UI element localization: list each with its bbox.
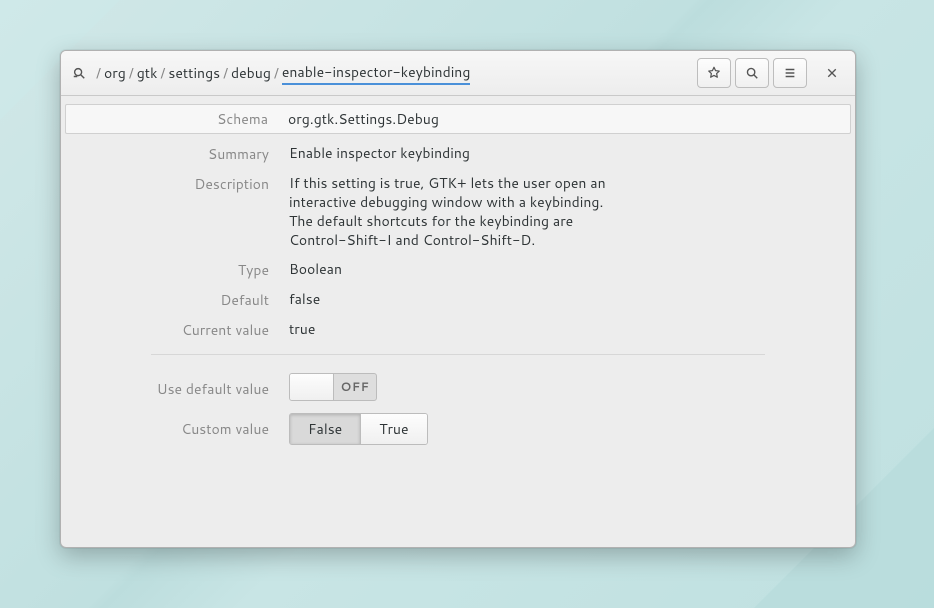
breadcrumb-segment[interactable]: settings — [168, 63, 220, 83]
use-default-row: Use default value OFF — [61, 365, 855, 405]
breadcrumb-segment[interactable]: debug — [231, 63, 271, 83]
custom-value-true-button[interactable]: True — [360, 414, 426, 444]
custom-value-toggle: False True — [289, 413, 428, 445]
description-value: If this setting is true, GTK+ lets the u… — [281, 174, 621, 250]
path-root-icon[interactable] — [72, 66, 86, 80]
type-value: Boolean — [281, 260, 342, 279]
schema-value: org.gtk.Settings.Debug — [280, 109, 439, 129]
use-default-label: Use default value — [67, 379, 281, 399]
breadcrumb-sep: / — [96, 63, 101, 83]
current-value-label: Current value — [67, 320, 281, 340]
schema-row: Schema org.gtk.Settings.Debug — [65, 104, 851, 134]
bookmark-button[interactable] — [697, 58, 731, 88]
breadcrumb-segment[interactable]: gtk — [137, 63, 158, 83]
breadcrumb-sep: / — [274, 63, 279, 83]
description-row: Description If this setting is true, GTK… — [61, 164, 855, 250]
type-row: Type Boolean — [61, 250, 855, 280]
switch-off-label: OFF — [334, 378, 376, 395]
dconf-editor-window: / org / gtk / settings / debug / enable-… — [60, 50, 856, 548]
default-value: false — [281, 290, 320, 309]
switch-knob — [290, 374, 334, 400]
breadcrumb-current[interactable]: enable-inspector-keybinding — [282, 62, 471, 85]
custom-value-false-button[interactable]: False — [290, 414, 360, 444]
breadcrumb-segment[interactable]: org — [104, 63, 126, 83]
current-value-value: true — [281, 320, 315, 339]
schema-label: Schema — [66, 109, 280, 129]
current-value-row: Current value true — [61, 310, 855, 340]
key-details-pane: Schema org.gtk.Settings.Debug Summary En… — [61, 96, 855, 547]
type-label: Type — [67, 260, 281, 280]
search-button[interactable] — [735, 58, 769, 88]
hamburger-menu-button[interactable] — [773, 58, 807, 88]
default-label: Default — [67, 290, 281, 310]
window-close-button[interactable] — [817, 58, 847, 88]
custom-value-label: Custom value — [67, 419, 281, 439]
breadcrumb-sep: / — [160, 63, 165, 83]
description-label: Description — [67, 174, 281, 194]
summary-row: Summary Enable inspector keybinding — [61, 134, 855, 164]
summary-value: Enable inspector keybinding — [281, 144, 470, 163]
use-default-switch[interactable]: OFF — [289, 373, 377, 401]
summary-label: Summary — [67, 144, 281, 164]
breadcrumb: / org / gtk / settings / debug / enable-… — [96, 62, 470, 85]
headerbar: / org / gtk / settings / debug / enable-… — [61, 51, 855, 96]
breadcrumb-sep: / — [223, 63, 228, 83]
breadcrumb-sep: / — [129, 63, 134, 83]
default-row: Default false — [61, 280, 855, 310]
section-divider — [151, 354, 765, 355]
custom-value-row: Custom value False True — [61, 405, 855, 445]
